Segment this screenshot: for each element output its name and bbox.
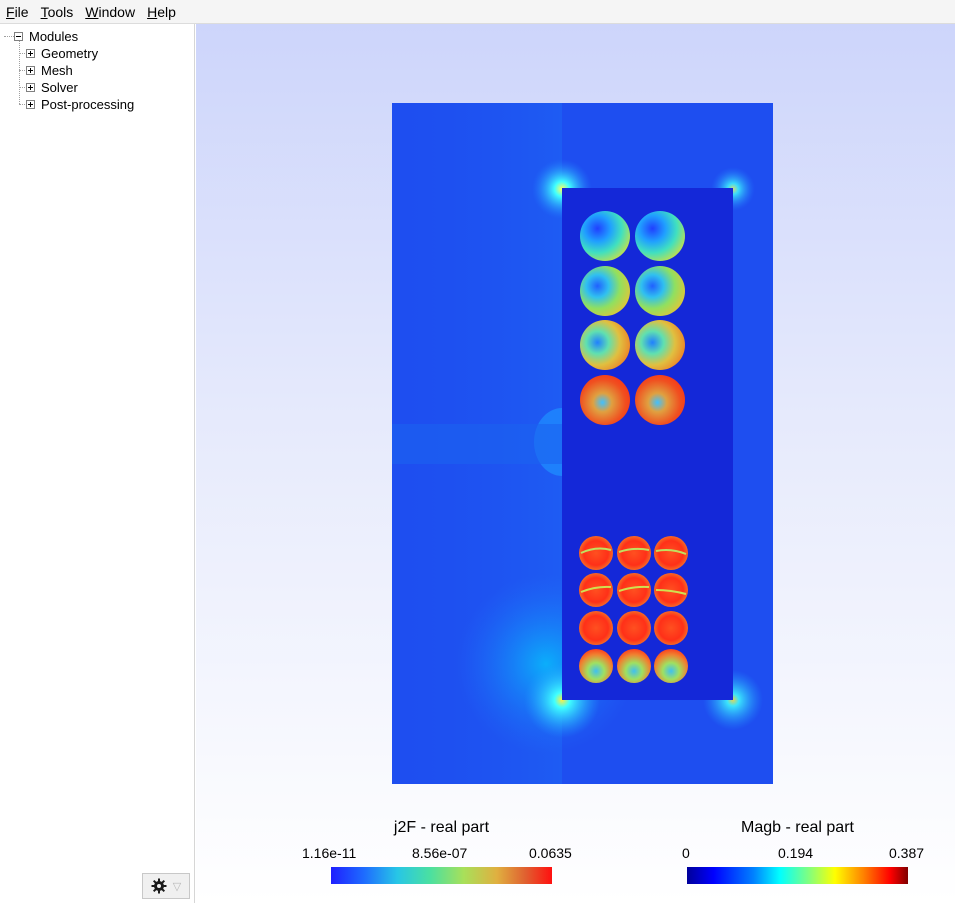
conductor (579, 611, 613, 645)
tree-label: Mesh (41, 63, 73, 78)
tree-item-modules[interactable]: Modules (14, 28, 78, 45)
filter-triangle-icon[interactable]: ▽ (173, 880, 181, 893)
tree-label: Geometry (41, 46, 99, 61)
colorbar-tick-max: 0.0635 (529, 845, 572, 861)
colorbar-title-j2f: j2F - real part (393, 819, 490, 836)
menu-bar: File Tools Window Help (0, 0, 955, 24)
expand-icon[interactable] (26, 100, 35, 109)
conductor (580, 320, 630, 370)
options-button[interactable]: ▽ (142, 873, 190, 899)
field-shading (392, 424, 562, 464)
conductor (654, 649, 688, 683)
conductor (617, 649, 651, 683)
tree-label: Post-processing (41, 97, 135, 112)
colorbar-magb (687, 867, 908, 884)
expand-icon[interactable] (26, 66, 35, 75)
module-tree: Modules Geometry Mesh Solver Post-proces… (0, 24, 195, 903)
expand-icon[interactable] (26, 49, 35, 58)
menu-window[interactable]: Window (79, 0, 141, 24)
graphics-viewport[interactable]: j2F - real part 1.16e-11 8.56e-07 0.0635… (196, 24, 955, 903)
conductor (580, 211, 630, 261)
conductor (635, 266, 685, 316)
colorbar-tick-min: 1.16e-11 (302, 845, 357, 861)
menu-file[interactable]: File (0, 0, 35, 24)
conductor (580, 375, 630, 425)
tree-item-geometry[interactable]: Geometry (26, 45, 98, 62)
colorbar-title-magb: Magb - real part (741, 819, 854, 836)
menu-tools[interactable]: Tools (35, 0, 80, 24)
colorbar-tick-max: 0.387 (889, 845, 925, 861)
tree-label: Modules (29, 29, 79, 44)
field-plot[interactable] (196, 24, 955, 903)
conductor (579, 649, 613, 683)
conductor (579, 536, 613, 570)
tree-connector (19, 41, 20, 104)
tree-item-mesh[interactable]: Mesh (26, 62, 73, 79)
conductor (654, 611, 688, 645)
conductor (617, 611, 651, 645)
conductor (635, 375, 685, 425)
gear-icon (151, 878, 167, 894)
tree-connector (4, 36, 14, 37)
conductor (635, 211, 685, 261)
colorbar-tick-min: 0 (682, 845, 690, 861)
expand-icon[interactable] (26, 83, 35, 92)
tree-item-post-processing[interactable]: Post-processing (26, 96, 134, 113)
conductor (580, 266, 630, 316)
conductor (617, 536, 651, 570)
collapse-icon[interactable] (14, 32, 23, 41)
menu-help[interactable]: Help (141, 0, 182, 24)
colorbar-j2f (331, 867, 552, 884)
colorbar-tick-mid: 8.56e-07 (412, 845, 468, 861)
tree-item-solver[interactable]: Solver (26, 79, 78, 96)
conductor (635, 320, 685, 370)
colorbar-tick-mid: 0.194 (778, 845, 814, 861)
tree-label: Solver (41, 80, 78, 95)
